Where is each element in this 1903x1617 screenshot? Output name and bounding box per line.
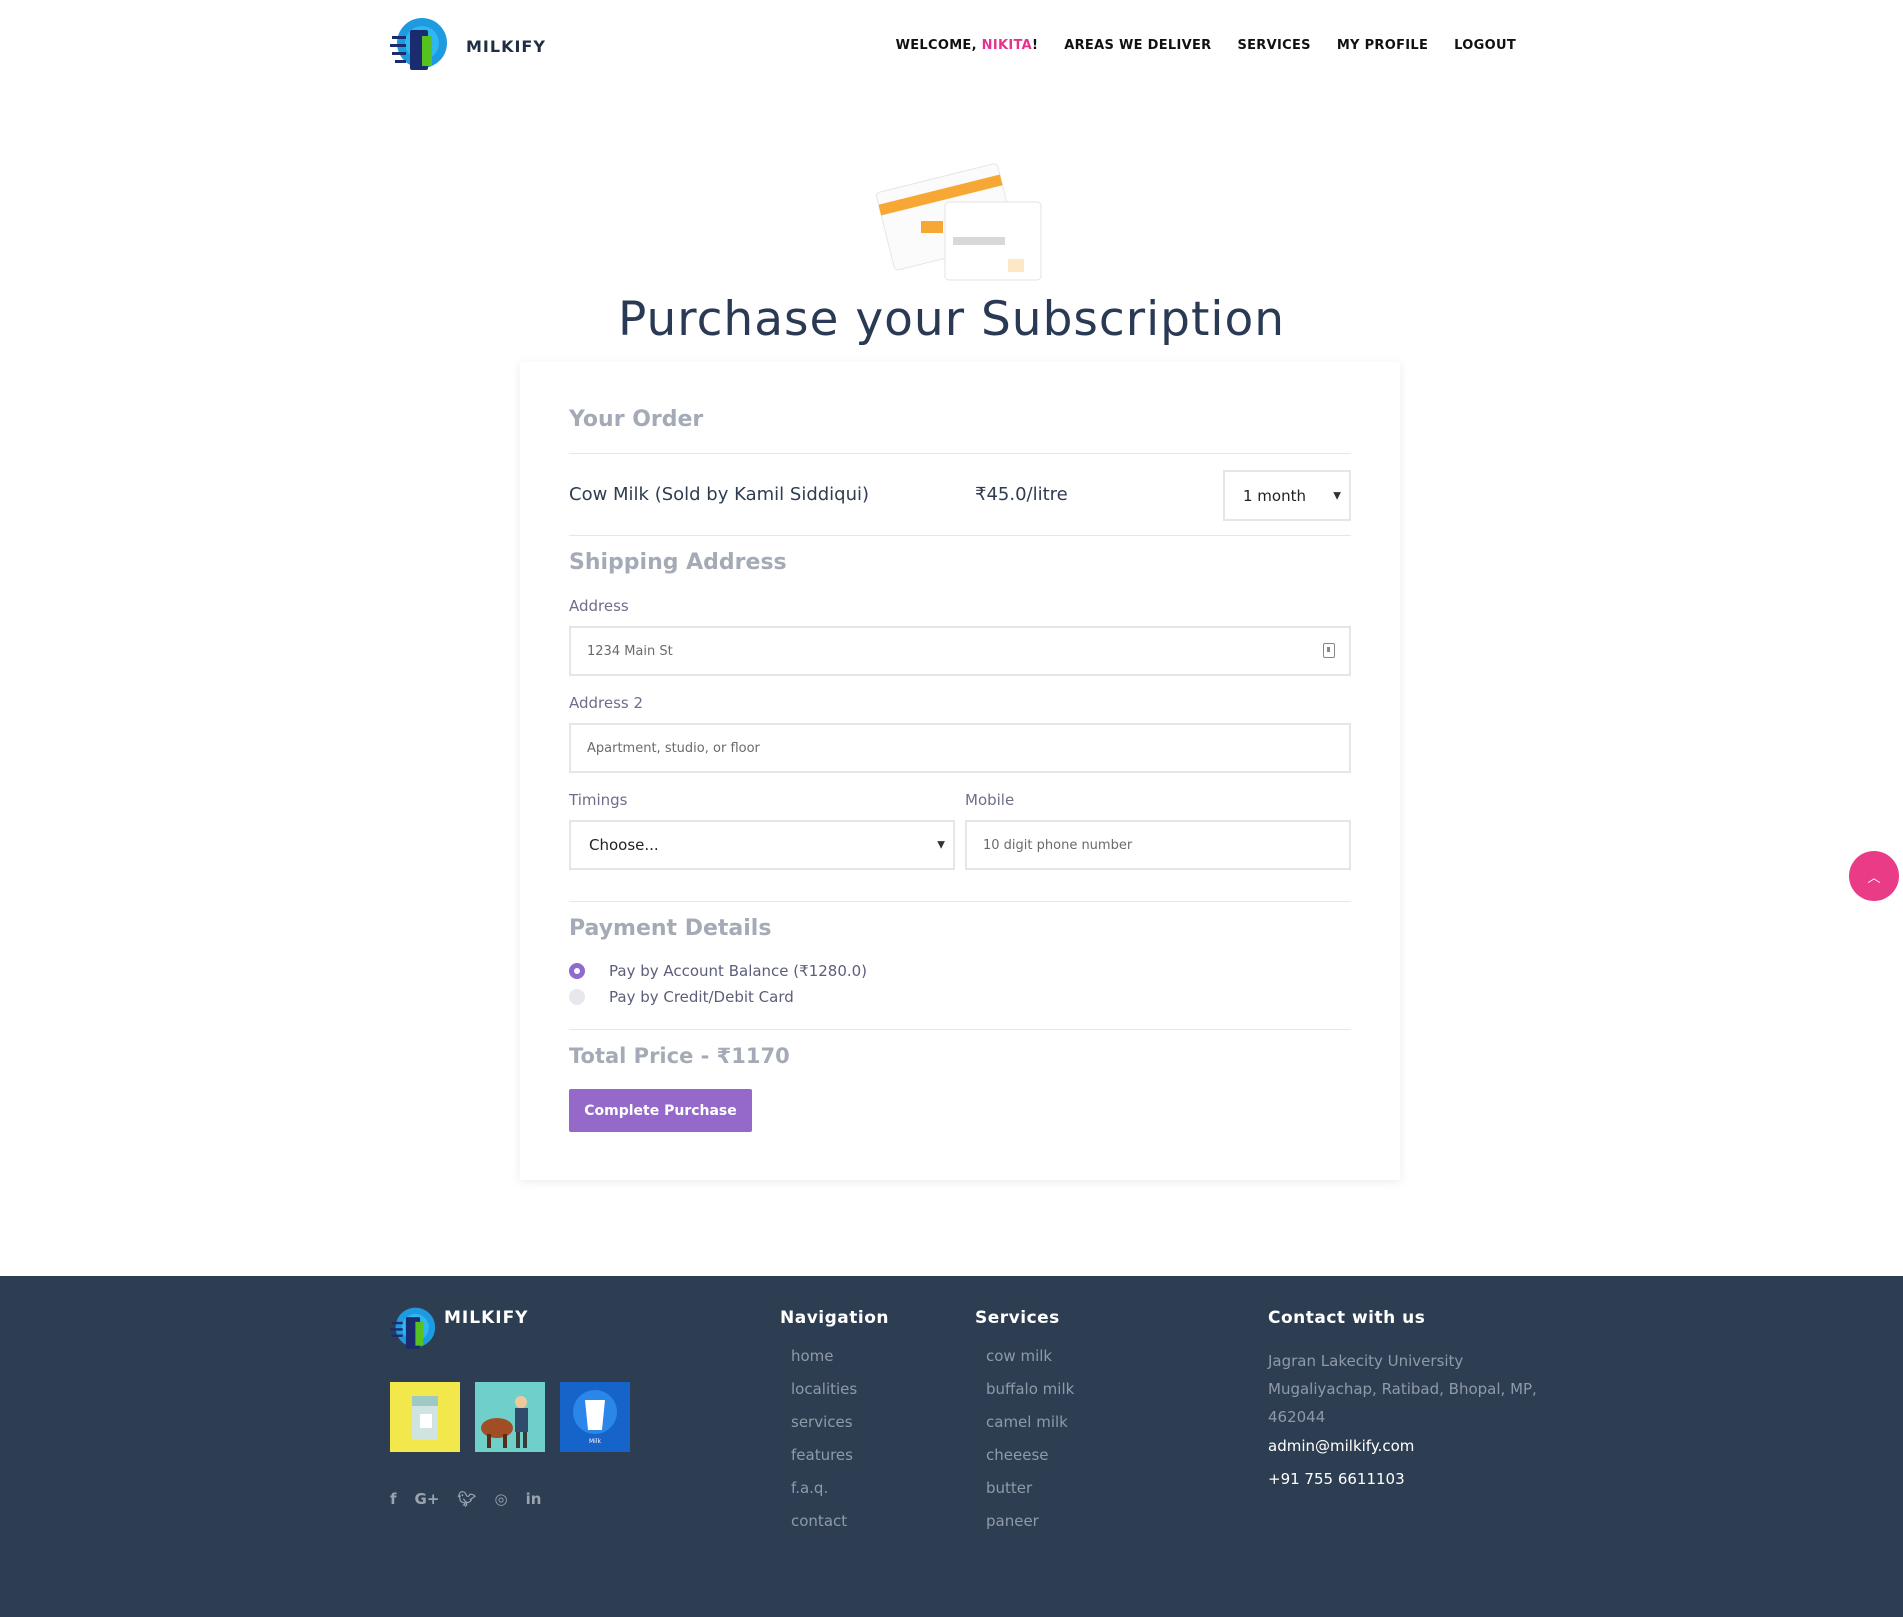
contact-address: Jagran Lakecity University Mugaliyachap,… — [1268, 1352, 1537, 1426]
payment-details-heading: Payment Details — [569, 916, 772, 941]
milkify-logo-icon[interactable] — [390, 16, 448, 74]
nav-logout[interactable]: LOGOUT — [1454, 38, 1516, 53]
complete-purchase-button[interactable]: Complete Purchase — [569, 1089, 752, 1132]
radio-unselected[interactable] — [569, 989, 585, 1005]
purchase-form-card: Your Order Cow Milk (Sold by Kamil Siddi… — [520, 362, 1400, 1180]
milk-carton-thumbnail[interactable] — [390, 1382, 460, 1452]
welcome-suffix: ! — [1032, 38, 1039, 53]
your-order-heading: Your Order — [569, 407, 704, 432]
instagram-icon[interactable]: ◎ — [494, 1490, 507, 1508]
timings-select[interactable]: Choose... ▼ — [569, 820, 955, 870]
milkify-logo-icon[interactable] — [390, 1306, 436, 1352]
address2-label: Address 2 — [569, 694, 644, 712]
user-name: NIKITA — [981, 38, 1033, 53]
footer-brand-name: MILKIFY — [444, 1308, 529, 1328]
footer-contact-title: Contact with us — [1268, 1308, 1426, 1328]
footer-navigation-list: home localities services features f.a.q.… — [791, 1348, 857, 1546]
chevron-down-icon: ▼ — [1333, 490, 1341, 501]
google-plus-icon[interactable]: G+ — [415, 1490, 440, 1508]
footer-service-link[interactable]: buffalo milk — [986, 1381, 1074, 1414]
footer-nav-link[interactable]: contact — [791, 1513, 857, 1546]
social-links: f G+ 🐦︎ ◎ in — [390, 1490, 541, 1508]
radio-selected[interactable] — [569, 963, 585, 979]
address-label: Address — [569, 597, 629, 615]
footer-services-title: Services — [975, 1308, 1060, 1328]
welcome-prefix: WELCOME, — [895, 38, 982, 53]
chevron-down-icon: ▼ — [937, 839, 945, 851]
twitter-icon[interactable]: 🐦︎ — [457, 1490, 476, 1508]
footer-nav-link[interactable]: home — [791, 1348, 857, 1381]
timings-label: Timings — [569, 791, 628, 809]
facebook-icon[interactable]: f — [390, 1490, 397, 1508]
footer-nav-link[interactable]: f.a.q. — [791, 1480, 857, 1513]
nav-services[interactable]: SERVICES — [1237, 38, 1310, 53]
footer-services-list: cow milk buffalo milk camel milk cheeese… — [986, 1348, 1074, 1546]
divider — [569, 535, 1351, 536]
credit-cards-illustration — [875, 163, 1042, 281]
main-nav: WELCOME, NIKITA! AREAS WE DELIVER SERVIC… — [896, 38, 1516, 53]
nav-my-profile[interactable]: MY PROFILE — [1337, 38, 1428, 53]
footer-service-link[interactable]: cheeese — [986, 1447, 1074, 1480]
mobile-label: Mobile — [965, 791, 1015, 809]
address-field[interactable] — [569, 626, 1351, 676]
footer-nav-link[interactable]: services — [791, 1414, 857, 1447]
site-footer: MILKIFY Milk f G+ 🐦︎ ◎ in Navigation hom… — [0, 1276, 1903, 1617]
divider — [569, 901, 1351, 902]
footer-nav-link[interactable]: localities — [791, 1381, 857, 1414]
order-product-name: Cow Milk (Sold by Kamil Siddiqui) — [569, 484, 870, 505]
payment-option-card[interactable]: Pay by Credit/Debit Card — [569, 988, 794, 1006]
brand-name[interactable]: MILKIFY — [466, 37, 546, 56]
footer-service-link[interactable]: cow milk — [986, 1348, 1074, 1381]
contact-phone[interactable]: +91 755 6611103 — [1268, 1470, 1405, 1488]
footer-nav-link[interactable]: features — [791, 1447, 857, 1480]
page-title: Purchase your Subscription — [617, 292, 1286, 347]
address-input[interactable] — [571, 628, 1349, 674]
address2-field[interactable] — [569, 723, 1351, 773]
total-price: Total Price - ₹1170 — [569, 1044, 790, 1068]
linkedin-icon[interactable]: in — [526, 1490, 542, 1508]
payment-option-account-balance[interactable]: Pay by Account Balance (₹1280.0) — [569, 962, 867, 980]
duration-select[interactable]: 1 month ▼ — [1223, 470, 1351, 521]
milk-glass-thumbnail[interactable]: Milk — [560, 1382, 630, 1452]
chevron-up-icon: ︿ — [1867, 870, 1881, 886]
payment-option-label: Pay by Credit/Debit Card — [609, 988, 794, 1006]
address2-input[interactable] — [571, 725, 1349, 771]
scroll-to-top-button[interactable]: ︿ — [1849, 851, 1899, 901]
mobile-field[interactable] — [965, 820, 1351, 870]
cow-farmer-thumbnail[interactable] — [475, 1382, 545, 1452]
thumbnail-caption: Milk — [589, 1438, 602, 1445]
nav-areas-we-deliver[interactable]: AREAS WE DELIVER — [1064, 38, 1211, 53]
duration-select-value: 1 month — [1243, 486, 1306, 505]
payment-option-label: Pay by Account Balance (₹1280.0) — [609, 962, 868, 980]
nav-welcome[interactable]: WELCOME, NIKITA! — [896, 38, 1039, 53]
footer-service-link[interactable]: butter — [986, 1480, 1074, 1513]
order-product-price: ₹45.0/litre — [975, 484, 1068, 505]
divider — [569, 1029, 1351, 1030]
site-header: MILKIFY WELCOME, NIKITA! AREAS WE DELIVE… — [0, 0, 1903, 92]
mobile-input[interactable] — [967, 822, 1349, 868]
footer-navigation-title: Navigation — [780, 1308, 889, 1328]
autofill-contact-icon[interactable] — [1323, 643, 1335, 658]
divider — [569, 453, 1351, 454]
footer-service-link[interactable]: paneer — [986, 1513, 1074, 1546]
footer-service-link[interactable]: camel milk — [986, 1414, 1074, 1447]
contact-email[interactable]: admin@milkify.com — [1268, 1437, 1414, 1455]
shipping-address-heading: Shipping Address — [569, 550, 787, 575]
timings-select-value: Choose... — [589, 836, 659, 854]
